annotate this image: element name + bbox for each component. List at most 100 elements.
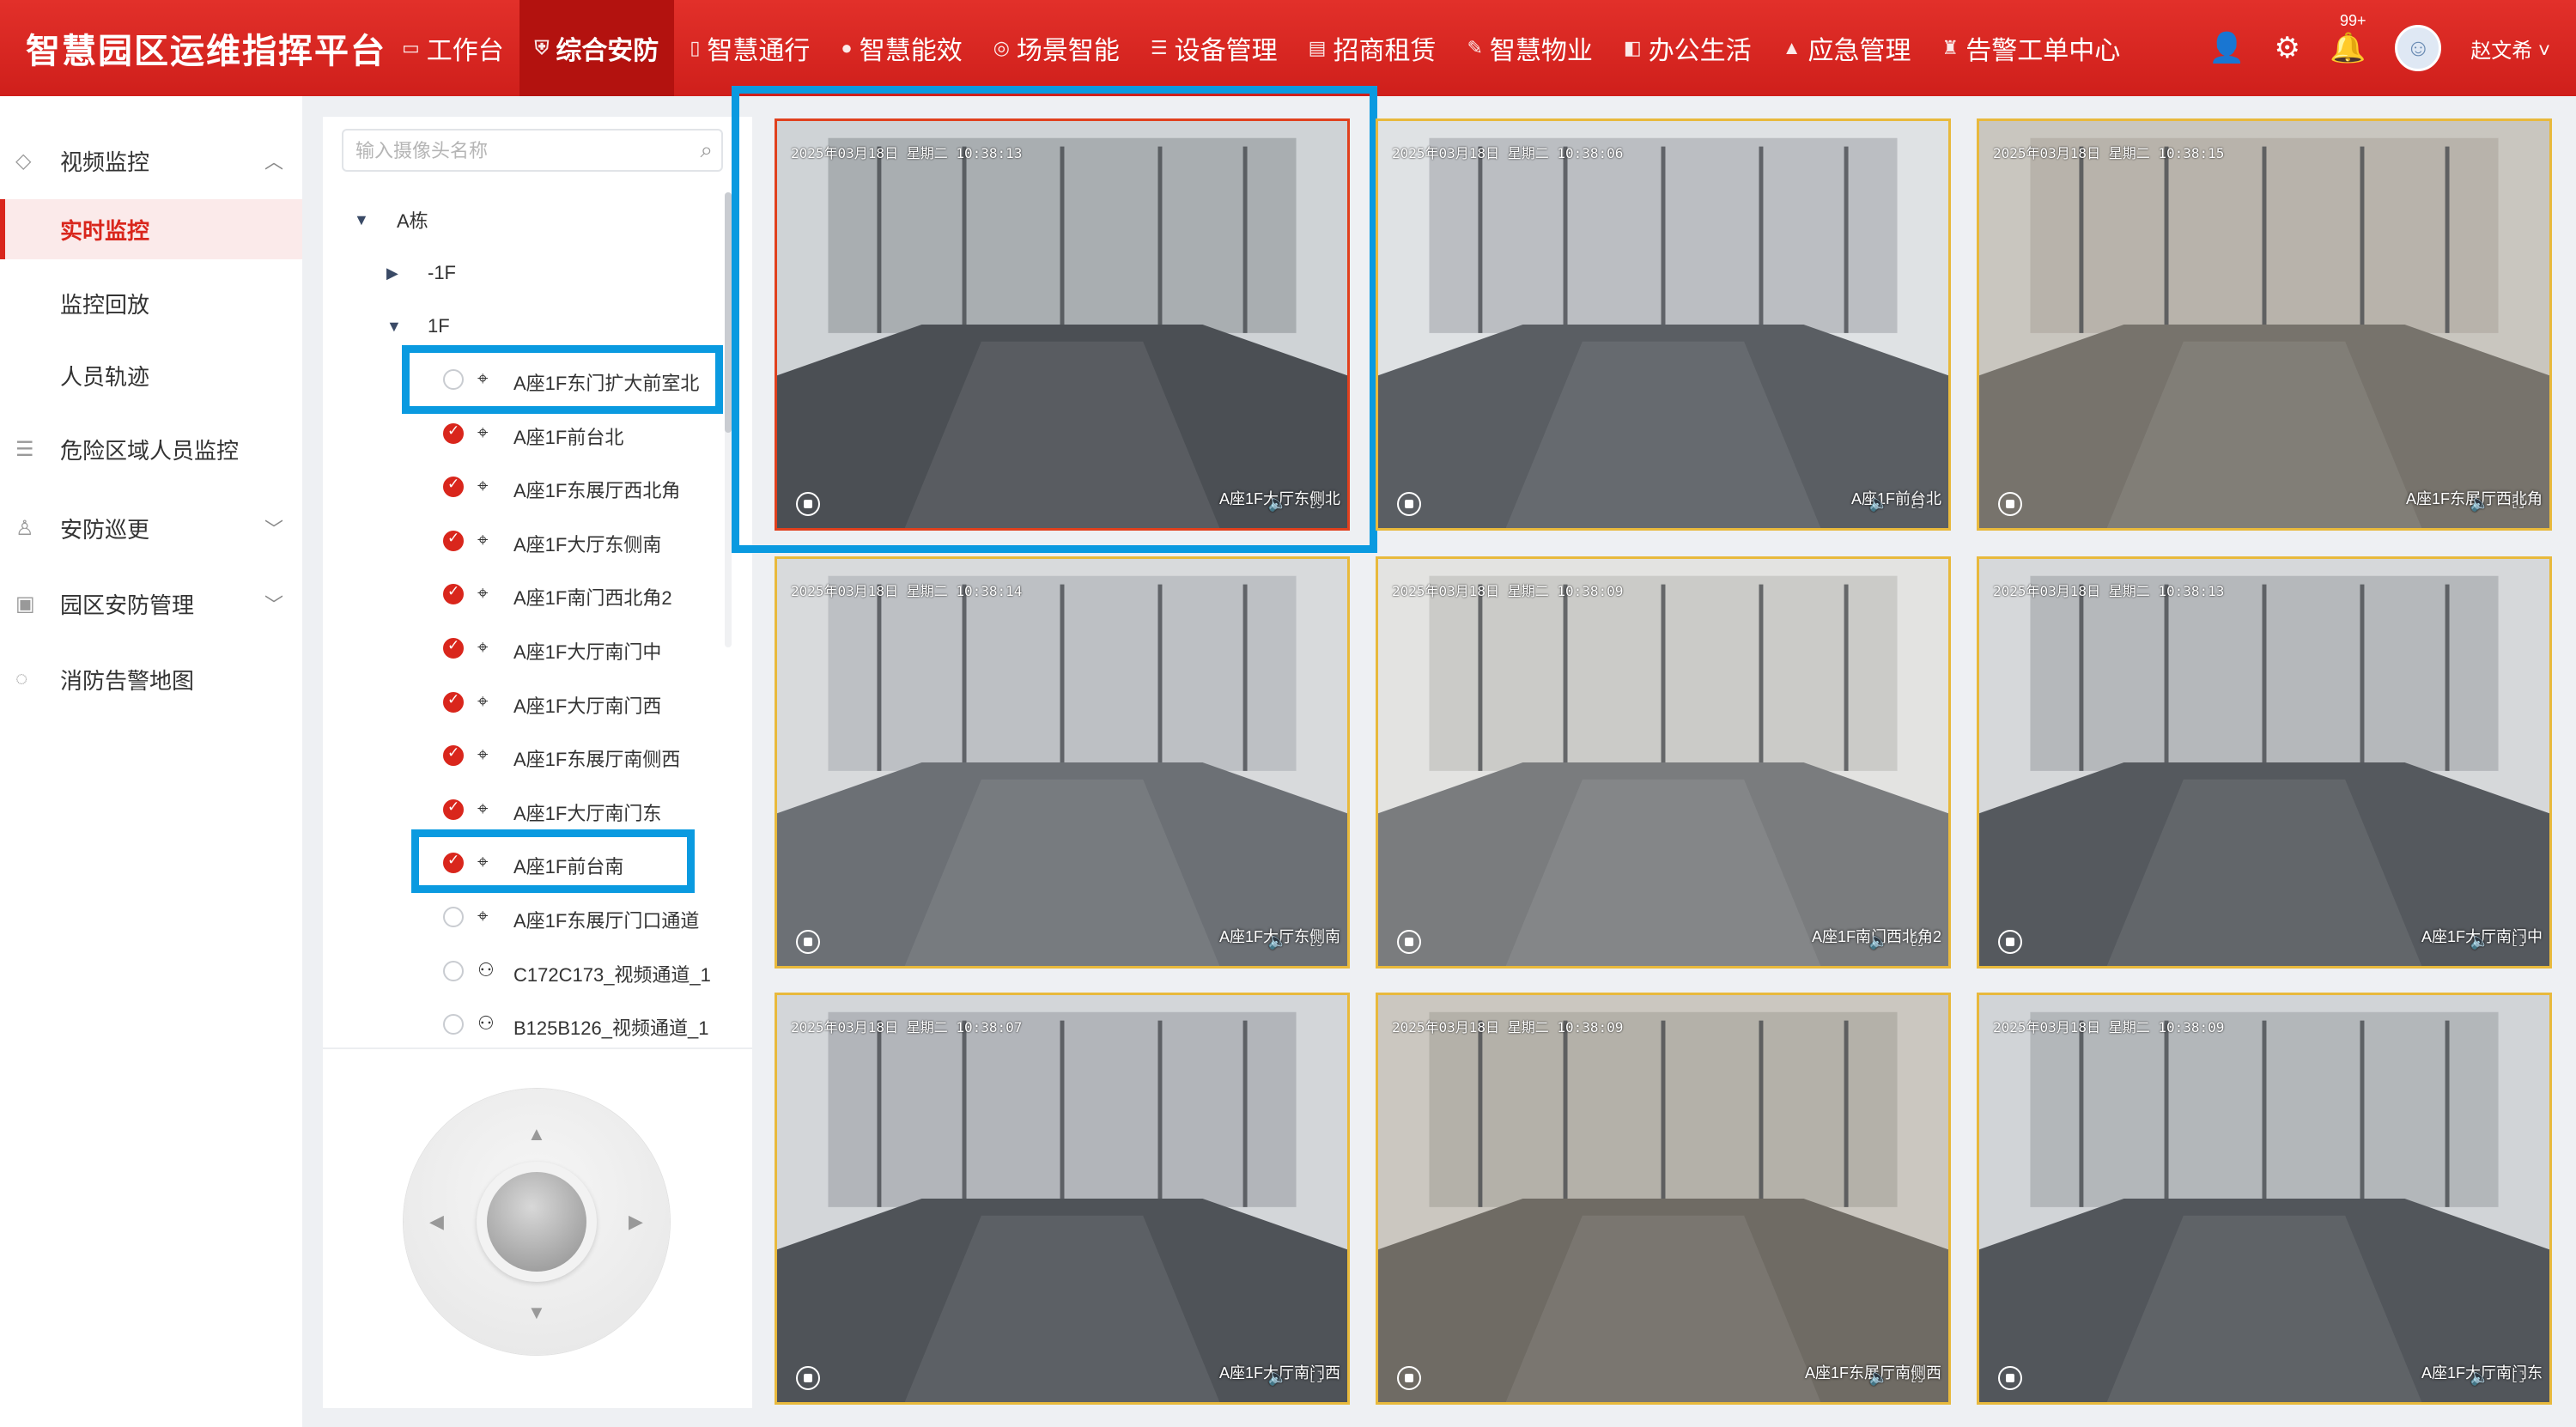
- video-tile[interactable]: 2025年03月18日 星期二 10:38:09 A座1F东展厅南侧西 🔈 ⛶: [1376, 993, 1951, 1405]
- camera-tree-item[interactable]: ⌖ A座1F东展厅南侧西: [323, 734, 718, 777]
- camera-select-radio[interactable]: [443, 530, 464, 551]
- avatar[interactable]: ☺: [2395, 25, 2442, 71]
- volume-icon[interactable]: 🔈: [1268, 495, 1287, 513]
- nav-property[interactable]: ✎ 智慧物业: [1451, 0, 1607, 96]
- nav-alarm-center[interactable]: ♜ 告警工单中心: [1926, 0, 2136, 96]
- sidebar-item-fire-map[interactable]: ◌ 消防告警地图: [0, 649, 302, 709]
- camera-select-radio[interactable]: [443, 799, 464, 820]
- camera-tree-item[interactable]: ⌖ A座1F南门西北角2: [323, 573, 718, 616]
- sidebar-item-playback[interactable]: 监控回放: [0, 273, 302, 333]
- nav-device[interactable]: ☰ 设备管理: [1135, 0, 1293, 96]
- nav-office[interactable]: ◧ 办公生活: [1608, 0, 1767, 96]
- camera-select-radio[interactable]: [443, 907, 464, 927]
- arrow-up-icon[interactable]: ▲: [527, 1123, 546, 1145]
- ptz-joystick[interactable]: [487, 1172, 586, 1272]
- nav-scene[interactable]: ◎ 场景智能: [978, 0, 1135, 96]
- camera-select-radio[interactable]: [443, 583, 464, 605]
- nav-security[interactable]: ⛨ 综合安防: [519, 0, 675, 96]
- volume-icon[interactable]: 🔈: [1268, 1369, 1287, 1387]
- volume-icon[interactable]: 🔈: [2470, 1369, 2489, 1387]
- user-icon[interactable]: 👤: [2208, 31, 2245, 65]
- video-tile[interactable]: 2025年03月18日 星期二 10:38:06 A座1F前台北 🔈 ⛶: [1376, 118, 1951, 531]
- nav-access[interactable]: ▯ 智慧通行: [674, 0, 825, 96]
- camera-select-radio[interactable]: [443, 744, 464, 767]
- camera-tree-item[interactable]: ⚇ C172C173_视频通道_1: [323, 950, 718, 993]
- camera-select-radio[interactable]: [443, 422, 464, 444]
- fullscreen-icon[interactable]: ⛶: [2512, 932, 2524, 950]
- camera-select-radio[interactable]: [443, 691, 464, 713]
- tree-node-building[interactable]: ▼ A栋: [323, 198, 718, 241]
- stop-button[interactable]: [1397, 930, 1421, 954]
- stop-button[interactable]: [1998, 930, 2022, 954]
- camera-select-radio[interactable]: [443, 476, 464, 498]
- video-tile[interactable]: 2025年03月18日 星期二 10:38:09 A座1F南门西北角2 🔈 ⛶: [1376, 556, 1951, 969]
- arrow-right-icon[interactable]: ▶: [629, 1211, 643, 1233]
- stop-button[interactable]: [1998, 1366, 2022, 1390]
- fullscreen-icon[interactable]: ⛶: [1911, 932, 1923, 950]
- tree-node-floor-b1[interactable]: ▶ -1F: [323, 252, 718, 295]
- gear-icon[interactable]: ⚙: [2274, 31, 2300, 65]
- video-tile[interactable]: 2025年03月18日 星期二 10:38:15 A座1F东展厅西北角 🔈 ⛶: [1977, 118, 2552, 531]
- sidebar-item-trajectory[interactable]: 人员轨迹: [0, 345, 302, 405]
- fullscreen-icon[interactable]: ⛶: [1911, 1369, 1923, 1387]
- bell-icon[interactable]: 🔔 99+: [2330, 12, 2366, 65]
- camera-search-input[interactable]: [355, 137, 673, 165]
- sidebar-item-danger-zone[interactable]: ☰ 危险区域人员监控: [0, 419, 302, 479]
- camera-tree-item[interactable]: ⌖ A座1F大厅南门西: [323, 681, 718, 724]
- stop-button[interactable]: [1397, 1366, 1421, 1390]
- caret-down-icon[interactable]: ▼: [386, 318, 402, 336]
- camera-select-radio[interactable]: [443, 960, 464, 981]
- camera-tree-item[interactable]: ⚇ B125B126_视频通道_1: [323, 1003, 718, 1046]
- volume-icon[interactable]: 🔈: [1869, 495, 1888, 513]
- video-tile[interactable]: 2025年03月18日 星期二 10:38:13 A座1F大厅东侧北 🔈 ⛶: [775, 118, 1350, 531]
- volume-icon[interactable]: 🔈: [1268, 932, 1287, 950]
- camera-tree-item[interactable]: ⌖ A座1F大厅东侧南: [323, 519, 718, 562]
- camera-tree-item[interactable]: ⌖ A座1F东展厅门口通道: [323, 896, 718, 938]
- volume-icon[interactable]: 🔈: [1869, 1369, 1888, 1387]
- fullscreen-icon[interactable]: ⛶: [1310, 1369, 1321, 1387]
- camera-tree-item[interactable]: ⌖ A座1F前台北: [323, 412, 718, 455]
- nav-workbench[interactable]: ▭ 工作台: [386, 0, 519, 96]
- video-icon: ◇: [15, 149, 32, 173]
- stop-button[interactable]: [1998, 492, 2022, 516]
- tree-node-floor-1f[interactable]: ▼ 1F: [323, 305, 718, 348]
- camera-tree-item[interactable]: ⌖ A座1F大厅南门东: [323, 788, 718, 831]
- camera-tree-item[interactable]: ⌖ A座1F东展厅西北角: [323, 465, 718, 508]
- nav-energy[interactable]: ● 智慧能效: [825, 0, 977, 96]
- video-timestamp: 2025年03月18日 星期二 10:38:14: [791, 583, 1023, 599]
- caret-right-icon[interactable]: ▶: [386, 264, 398, 282]
- fullscreen-icon[interactable]: ⛶: [2512, 1369, 2524, 1387]
- nav-lease[interactable]: ▤ 招商租赁: [1293, 0, 1452, 96]
- sidebar-item-video-monitor[interactable]: ◇ 视频监控 ︿: [0, 131, 302, 191]
- fullscreen-icon[interactable]: ⛶: [1911, 495, 1923, 513]
- video-tile[interactable]: 2025年03月18日 星期二 10:38:09 A座1F大厅南门东 🔈 ⛶: [1977, 993, 2552, 1405]
- stop-button[interactable]: [796, 1366, 820, 1390]
- sidebar-item-realtime[interactable]: 实时监控: [0, 199, 302, 259]
- volume-icon[interactable]: 🔈: [2470, 932, 2489, 950]
- stop-button[interactable]: [1397, 492, 1421, 516]
- sidebar-item-patrol[interactable]: ♙ 安防巡更 ﹀: [0, 498, 302, 558]
- volume-icon[interactable]: 🔈: [2470, 495, 2489, 513]
- fullscreen-icon[interactable]: ⛶: [1310, 495, 1321, 513]
- search-icon[interactable]: ⌕: [700, 137, 713, 164]
- fullscreen-icon[interactable]: ⛶: [1310, 932, 1321, 950]
- camera-select-radio[interactable]: [443, 637, 464, 659]
- video-tile[interactable]: 2025年03月18日 星期二 10:38:07 A座1F大厅南门西 🔈 ⛶: [775, 993, 1350, 1405]
- arrow-left-icon[interactable]: ◀: [429, 1211, 444, 1233]
- camera-tree-item[interactable]: ⌖ A座1F大厅南门中: [323, 627, 718, 670]
- camera-select-radio[interactable]: [443, 1014, 464, 1035]
- user-name[interactable]: 赵文希 ˅: [2470, 33, 2550, 64]
- sidebar-item-security-mgmt[interactable]: ▣ 园区安防管理 ﹀: [0, 574, 302, 634]
- scrollbar-thumb[interactable]: [725, 192, 732, 433]
- fullscreen-icon[interactable]: ⛶: [2512, 495, 2524, 513]
- app-title: 智慧园区运维指挥平台: [26, 33, 386, 70]
- volume-icon[interactable]: 🔈: [1869, 932, 1888, 950]
- caret-down-icon[interactable]: ▼: [354, 211, 369, 229]
- video-tile[interactable]: 2025年03月18日 星期二 10:38:14 A座1F大厅东侧南 🔈 ⛶: [775, 556, 1350, 969]
- stop-button[interactable]: [796, 930, 820, 954]
- video-tile[interactable]: 2025年03月18日 星期二 10:38:13 A座1F大厅南门中 🔈 ⛶: [1977, 556, 2552, 969]
- nav-emergency[interactable]: ▲ 应急管理: [1767, 0, 1927, 96]
- tree-scrollbar[interactable]: [725, 192, 732, 647]
- arrow-down-icon[interactable]: ▼: [527, 1302, 546, 1324]
- stop-button[interactable]: [796, 492, 820, 516]
